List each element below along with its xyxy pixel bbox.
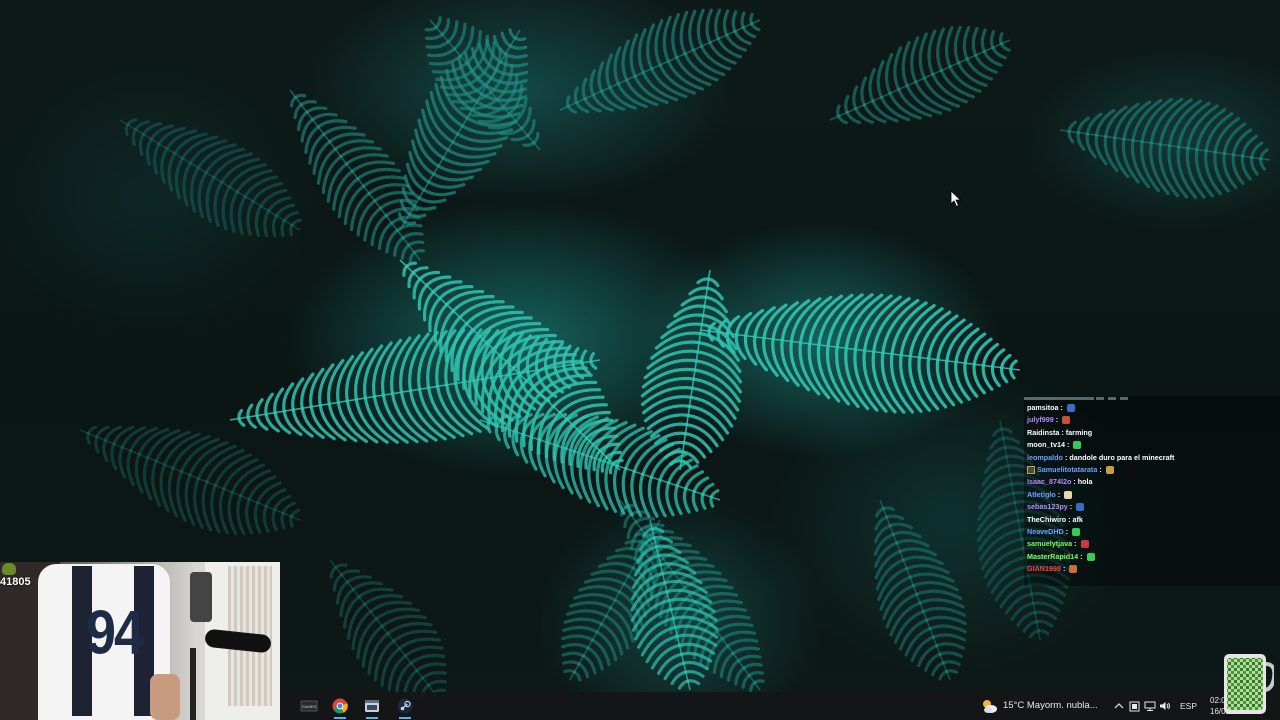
mouse-cursor-icon	[950, 190, 962, 208]
webcam-feed: 94 41805	[0, 562, 280, 720]
weather-text[interactable]: 15°C Mayorm. nubla...	[1003, 692, 1098, 720]
taskbar-chrome[interactable]	[325, 692, 355, 720]
taskbar-game-app[interactable]: GAMES	[294, 692, 324, 720]
fern-frond	[329, 559, 447, 704]
chat-separator: :	[1072, 539, 1079, 549]
chat-message: moon_tv14 :	[1027, 439, 1082, 451]
fern-frond	[289, 89, 426, 263]
viewer-counter: 41805	[0, 576, 31, 588]
chat-message: Raidinsta : farming	[1027, 427, 1092, 439]
mug-widget-icon	[1224, 654, 1274, 714]
chat-message: Atletiglo :	[1027, 489, 1073, 501]
chat-message: julyf999 :	[1027, 414, 1071, 426]
chat-username: sebas123py	[1027, 502, 1068, 512]
chat-message: GIAN1998 :	[1027, 563, 1078, 575]
fern-frond	[699, 293, 1021, 414]
chat-text: hola	[1077, 477, 1093, 487]
tray-app-icon[interactable]	[1127, 692, 1141, 720]
chat-username: GIAN1998	[1027, 564, 1061, 574]
chat-username: TheChiwiro	[1027, 514, 1067, 524]
streamer-hand	[150, 674, 180, 720]
chat-emote-icon	[1064, 490, 1073, 499]
webcam-lamp	[190, 572, 212, 622]
chat-emote-icon	[1072, 528, 1081, 537]
chat-text: dandole duro para el minecraft	[1069, 452, 1175, 462]
chat-separator: :	[1064, 440, 1072, 450]
chat-emote-icon	[1073, 441, 1082, 450]
taskbar: GAMES 15°C Mayorm. nubla... ESP 02:01 16…	[280, 692, 1280, 720]
chat-username: Raidinsta	[1027, 427, 1060, 437]
taskbar-file-manager[interactable]	[357, 692, 387, 720]
chat-emote-icon	[1069, 565, 1078, 574]
game-app-icon: GAMES	[300, 700, 318, 712]
fern-frond	[1059, 97, 1271, 200]
chat-separator: :	[1067, 502, 1075, 512]
chat-separator: :	[1058, 403, 1065, 412]
chat-separator: :	[1097, 465, 1104, 474]
svg-text:GAMES: GAMES	[302, 704, 317, 709]
chat-username: pamsitoa	[1027, 403, 1059, 412]
fern-frond	[559, 8, 761, 114]
fern-frond	[479, 412, 721, 518]
chat-username: Atletiglo	[1027, 489, 1056, 499]
chat-separator: :	[1078, 551, 1085, 561]
partly-cloudy-icon[interactable]	[980, 698, 998, 714]
chat-message: leompaldo : dandole duro para el minecra…	[1027, 452, 1174, 464]
chat-message: pamsitoa :	[1027, 402, 1075, 414]
chat-emote-icon	[1080, 540, 1089, 549]
tray-overflow-chevron-icon[interactable]	[1112, 692, 1126, 720]
chat-emote-icon	[1066, 404, 1075, 413]
sub-badge-icon	[1027, 466, 1035, 475]
chat-separator: :	[1055, 489, 1063, 499]
chat-message: Isaac_874l2o : hola	[1027, 476, 1093, 488]
chat-text: farming	[1065, 427, 1093, 437]
chat-emote-icon	[1105, 466, 1114, 475]
frog-emote-icon	[2, 563, 16, 575]
chat-message: MasterRapid14 :	[1027, 551, 1095, 563]
chat-username: leompaldo	[1027, 452, 1063, 462]
chat-text: afk	[1072, 514, 1083, 524]
taskbar-steam[interactable]	[390, 692, 420, 720]
chat-separator: :	[1053, 415, 1061, 425]
fern-frond	[873, 499, 967, 681]
chat-message: TheChiwiro : afk	[1027, 514, 1083, 526]
fern-frond	[829, 25, 1011, 125]
fern-frond	[79, 425, 301, 536]
fern-frond	[119, 118, 302, 238]
window-app-icon	[365, 700, 379, 712]
volume-icon[interactable]	[1158, 692, 1172, 720]
steam-icon	[397, 698, 413, 714]
chat-separator: :	[1060, 564, 1068, 574]
chat-message: samuelytjava :	[1027, 538, 1089, 550]
chat-username: Samuelitotatarata	[1037, 465, 1098, 474]
chat-overlay: pamsitoa : julyf999 : Raidinsta : farmin…	[1024, 396, 1280, 586]
language-indicator[interactable]: ESP	[1180, 692, 1197, 720]
chat-username: julyf999	[1027, 415, 1054, 425]
shirt-number: 94	[86, 598, 144, 668]
fern-frond	[229, 328, 601, 444]
chat-username: NeaveDHD	[1027, 527, 1064, 536]
chat-emote-icon	[1076, 503, 1085, 512]
network-icon[interactable]	[1143, 692, 1157, 720]
chat-message: NeaveDHD :	[1027, 526, 1081, 538]
chat-username: moon_tv14	[1027, 440, 1065, 450]
fern-frond	[640, 269, 743, 471]
chat-username: MasterRapid14	[1027, 551, 1079, 561]
chat-message: sebas123py :	[1027, 501, 1085, 513]
chrome-icon	[332, 698, 348, 714]
chat-username: Isaac_874l2o	[1027, 477, 1072, 487]
chat-username: samuelytjava	[1027, 539, 1073, 549]
mic-stand	[190, 648, 196, 720]
chat-message: Samuelitotatarata :	[1027, 464, 1114, 476]
chat-emote-icon	[1086, 552, 1095, 561]
chat-separator: :	[1063, 527, 1071, 536]
chat-emote-icon	[1062, 416, 1071, 425]
